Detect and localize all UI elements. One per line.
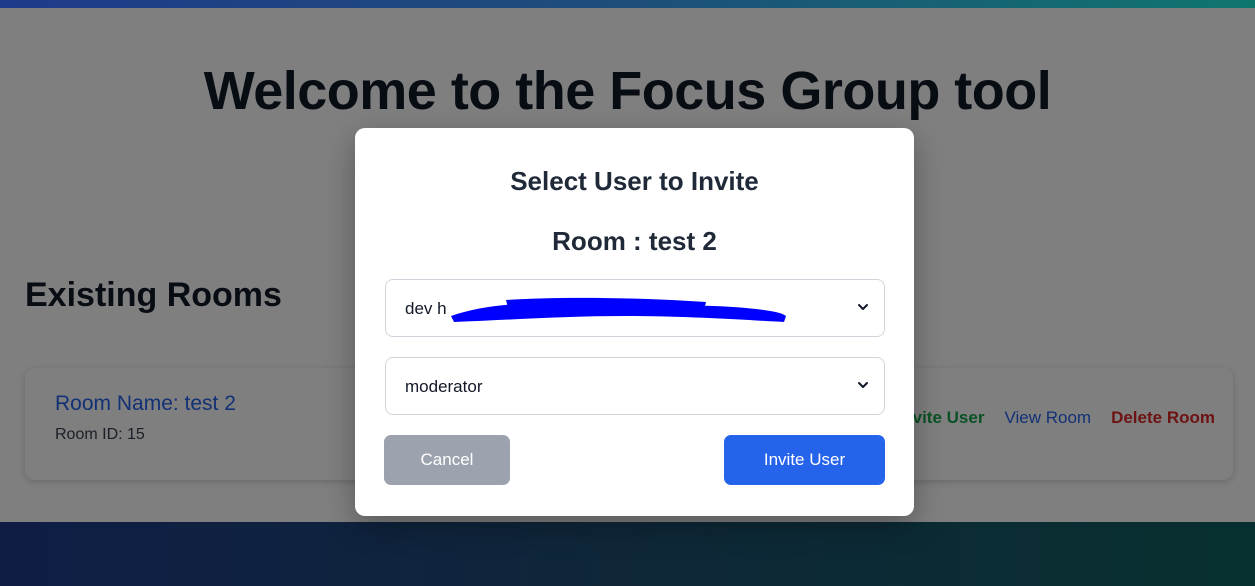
role-select-value: moderator	[405, 377, 483, 396]
user-select-value: dev h	[405, 299, 447, 318]
role-select[interactable]: moderator	[385, 357, 885, 415]
cancel-button[interactable]: Cancel	[384, 435, 510, 485]
modal-room-label: Room : test 2	[552, 226, 717, 256]
chevron-down-icon	[858, 382, 868, 388]
invite-user-modal: Select User to Invite Room : test 2 dev …	[355, 128, 914, 516]
top-gradient-strip	[0, 0, 1255, 8]
redaction-mark	[451, 297, 786, 322]
chevron-down-icon	[858, 304, 868, 310]
user-select[interactable]: dev h	[385, 279, 885, 337]
invite-user-button[interactable]: Invite User	[724, 435, 885, 485]
modal-title: Select User to Invite	[510, 166, 759, 196]
